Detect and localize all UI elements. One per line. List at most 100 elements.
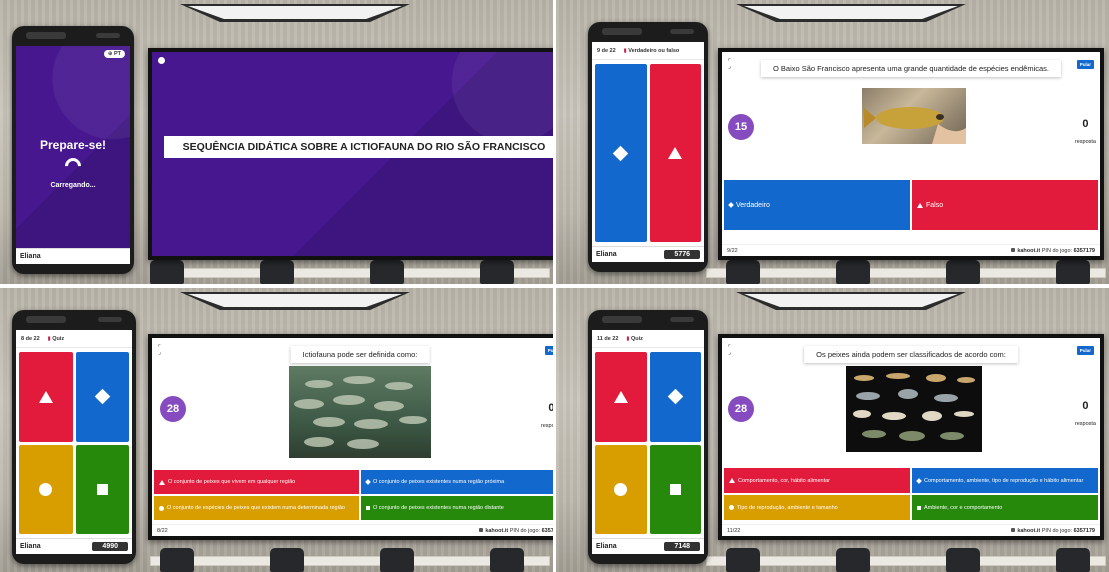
- answer-option-red[interactable]: Comportamento, cor, hábito alimentar: [724, 468, 910, 493]
- answer-pad-blue[interactable]: [595, 64, 647, 242]
- lock-icon: [479, 528, 484, 533]
- panel-lobby: ⊕ PT Prepare-se! Carregando... Eliana SE…: [0, 0, 553, 284]
- question-title: O Baixo São Francisco apresenta uma gran…: [760, 60, 1062, 77]
- skip-button[interactable]: Pular: [1076, 60, 1094, 69]
- answer-option-true[interactable]: Verdadeiro: [724, 180, 910, 230]
- player-bar: Eliana 4990: [16, 538, 132, 554]
- answer-option-blue[interactable]: O conjunto de peixes existentes numa reg…: [361, 470, 553, 494]
- player-name: Eliana: [596, 251, 617, 258]
- question-type: Verdadeiro ou falso: [628, 47, 680, 54]
- square-icon: [669, 483, 681, 495]
- player-name: Eliana: [20, 253, 41, 260]
- phone-screen: 9 de 22 ▮ Verdadeiro ou falso Eliana 577…: [592, 42, 704, 262]
- answer-pad-red[interactable]: [19, 352, 73, 442]
- answer-option-green[interactable]: O conjunto de peixes existentes numa reg…: [361, 496, 553, 520]
- prepare-heading: Prepare-se!: [39, 138, 107, 152]
- fish-species-image: [846, 366, 982, 452]
- answer-pad-blue[interactable]: [75, 352, 129, 442]
- circle-icon: [39, 482, 53, 496]
- countdown-timer: 28: [728, 396, 754, 422]
- question-header: 11 de 22 ▮ Quiz: [592, 330, 704, 348]
- host-screen-content: SEQUÊNCIA DIDÁTICA SOBRE A ICTIOFAUNA DO…: [152, 52, 553, 256]
- player-name: Eliana: [20, 543, 41, 550]
- question-counter: 9/22: [727, 247, 738, 254]
- circle-icon: [159, 505, 164, 511]
- answer-option-yellow[interactable]: O conjunto de espécies de peixes que exi…: [154, 496, 359, 520]
- countdown-timer: 15: [728, 114, 754, 140]
- phone-screen: 8 de 22 ▮ Quiz Eliana 4990: [16, 330, 132, 554]
- question-header: 9 de 22 ▮ Verdadeiro ou falso: [592, 42, 704, 60]
- ceiling-light: [736, 290, 966, 312]
- answers-counter: 0 resposta: [1074, 400, 1096, 427]
- answer-options: O conjunto de peixes que vivem em qualqu…: [154, 470, 553, 520]
- panel-true-false: 9 de 22 ▮ Verdadeiro ou falso Eliana 577…: [556, 0, 1109, 284]
- host-screen-content: ⌜ ⌟ Os peixes ainda podem ser classificad…: [722, 338, 1100, 536]
- ceiling-light: [180, 290, 410, 312]
- answer-pad-blue[interactable]: [649, 352, 701, 442]
- player-score: 7148: [664, 542, 700, 551]
- ceiling-light: [736, 2, 966, 24]
- lock-icon: [1011, 248, 1016, 253]
- answer-pad-red[interactable]: [595, 352, 647, 442]
- player-phone: 9 de 22 ▮ Verdadeiro ou falso Eliana 577…: [588, 22, 708, 272]
- triangle-icon: [613, 390, 628, 403]
- host-screen: ⌜ ⌟ Os peixes ainda podem ser classificad…: [718, 334, 1104, 540]
- circle-icon: [729, 505, 734, 510]
- answer-pads: [595, 64, 701, 242]
- game-footer: 9/22 kahoot.it PIN do jogo: 6357179: [722, 244, 1100, 256]
- diamond-icon: [612, 145, 629, 161]
- square-icon: [917, 505, 921, 510]
- phone-screen: ⊕ PT Prepare-se! Carregando... Eliana: [16, 46, 130, 264]
- answer-pad-green[interactable]: [75, 444, 129, 534]
- question-title: Ictiofauna pode ser definida como:: [290, 346, 430, 363]
- answer-pad-green[interactable]: [649, 444, 701, 534]
- answer-pads: [595, 352, 701, 534]
- question-counter: 8/22: [157, 527, 168, 534]
- fullscreen-icon[interactable]: ⌜ ⌟: [728, 59, 731, 70]
- language-button[interactable]: ⊕ PT: [103, 50, 125, 58]
- answer-option-false[interactable]: Falso: [912, 180, 1098, 230]
- host-screen: SEQUÊNCIA DIDÁTICA SOBRE A ICTIOFAUNA DO…: [148, 48, 553, 260]
- close-icon[interactable]: [158, 57, 165, 64]
- player-phone: ⊕ PT Prepare-se! Carregando... Eliana: [12, 26, 134, 274]
- skip-button[interactable]: Pular: [1076, 346, 1094, 355]
- player-phone: 11 de 22 ▮ Quiz Eliana 7148: [588, 310, 708, 564]
- lock-icon: [1011, 528, 1016, 533]
- school-of-fish-image: [289, 366, 431, 458]
- diamond-icon: [667, 388, 684, 405]
- panel-quiz-8: 8 de 22 ▮ Quiz Eliana 4990 ⌜ ⌟ Ictiofauna…: [0, 288, 553, 572]
- answer-pad-yellow[interactable]: [595, 444, 647, 534]
- player-phone: 8 de 22 ▮ Quiz Eliana 4990: [12, 310, 136, 564]
- answer-pad-yellow[interactable]: [19, 444, 73, 534]
- host-screen-content: ⌜ ⌟ Ictiofauna pode ser definida como: Pu…: [152, 338, 553, 536]
- game-pin: kahoot.it PIN do jogo: 6357179: [1011, 528, 1095, 534]
- question-progress: 9 de 22: [597, 47, 616, 54]
- answer-pads: [19, 352, 129, 534]
- question-progress: 8 de 22: [21, 335, 40, 342]
- question-header: 8 de 22 ▮ Quiz: [16, 330, 132, 348]
- host-screen-content: ⌜ ⌟ O Baixo São Francisco apresenta uma g…: [722, 52, 1100, 256]
- host-screen: ⌜ ⌟ O Baixo São Francisco apresenta uma g…: [718, 48, 1104, 260]
- answer-pad-red[interactable]: [649, 64, 701, 242]
- player-bar: Eliana 7148: [592, 538, 704, 554]
- triangle-icon: [38, 390, 53, 403]
- answer-option-yellow[interactable]: Tipo de reprodução, ambiente e tamanho: [724, 495, 910, 520]
- triangle-icon: [917, 202, 923, 208]
- fullscreen-icon[interactable]: ⌜ ⌟: [158, 345, 161, 356]
- player-score: 4990: [92, 542, 128, 551]
- answer-option-red[interactable]: O conjunto de peixes que vivem em qualqu…: [154, 470, 359, 494]
- skip-button[interactable]: Pular: [544, 346, 553, 355]
- fullscreen-icon[interactable]: ⌜ ⌟: [728, 345, 731, 356]
- answer-option-blue[interactable]: Comportamento, ambiente, tipo de reprodu…: [912, 468, 1098, 493]
- phone-screen: 11 de 22 ▮ Quiz Eliana 7148: [592, 330, 704, 554]
- game-pin: kahoot.it PIN do jogo: 6357179: [479, 528, 553, 534]
- host-screen: ⌜ ⌟ Ictiofauna pode ser definida como: Pu…: [148, 334, 553, 540]
- player-name: Eliana: [596, 543, 617, 550]
- diamond-icon: [94, 388, 111, 405]
- answer-option-green[interactable]: Ambiente, cor e comportamento: [912, 495, 1098, 520]
- diamond-icon: [365, 479, 371, 485]
- triangle-icon: [729, 478, 735, 483]
- diamond-icon: [728, 202, 734, 208]
- answers-counter: 0 resposta: [1074, 118, 1096, 145]
- loading-text: Carregando...: [50, 182, 96, 189]
